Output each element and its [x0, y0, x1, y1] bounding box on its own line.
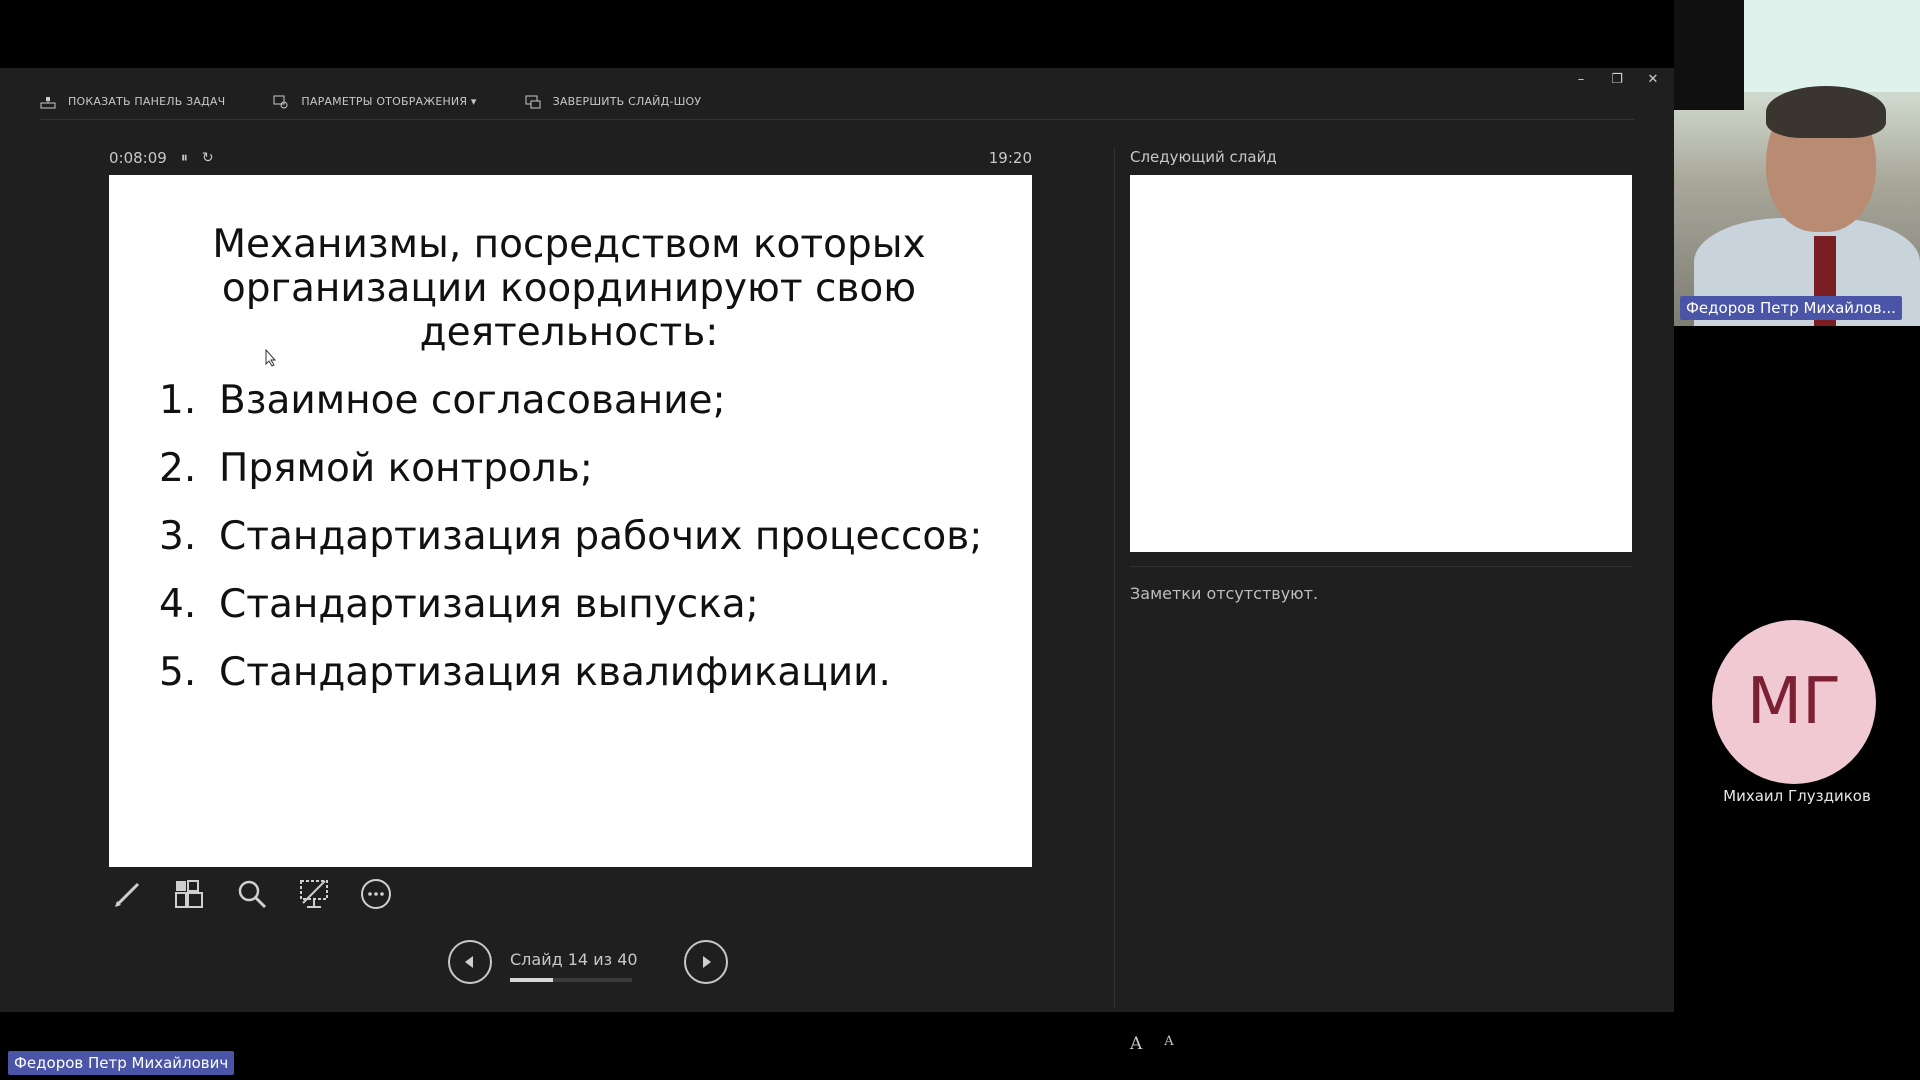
slide-title: Механизмы, посредством которых организац… — [212, 222, 926, 355]
presenter-screen-icon — [300, 880, 328, 908]
presenter-toolbar: ПОКАЗАТЬ ПАНЕЛЬ ЗАДАЧ ПАРАМЕТРЫ ОТОБРАЖЕ… — [40, 84, 1634, 120]
speaker-video-tile[interactable]: Федоров Петр Михайлов... — [1674, 0, 1920, 326]
elapsed-timer: 0:08:09 — [109, 149, 167, 167]
slide-progress-fill — [510, 978, 553, 982]
mouse-cursor-icon — [265, 349, 277, 367]
slide-navigation: Слайд 14 из 40 — [448, 940, 728, 984]
black-screen-button[interactable] — [296, 876, 332, 912]
speaker-notes[interactable]: Заметки отсутствуют. — [1130, 584, 1318, 603]
slide-tools — [110, 876, 394, 912]
slide-counter[interactable]: Слайд 14 из 40 — [510, 940, 666, 984]
show-taskbar-label: ПОКАЗАТЬ ПАНЕЛЬ ЗАДАЧ — [68, 95, 226, 108]
list-item-text: Стандартизация выпуска; — [219, 582, 759, 627]
previous-slide-button[interactable] — [448, 940, 492, 984]
close-button[interactable]: ✕ — [1646, 72, 1660, 87]
notes-divider — [1130, 566, 1632, 567]
next-slide-preview[interactable] — [1130, 175, 1632, 552]
reset-timer-button[interactable]: ↻ — [202, 150, 214, 166]
zoom-icon — [238, 880, 267, 909]
list-item-number: 5. — [159, 650, 197, 695]
slide-progress-bar — [510, 978, 632, 982]
slide-bullet-list: 1. Взаимное согласование; 2. Прямой контро… — [159, 379, 989, 719]
show-taskbar-button[interactable]: ПОКАЗАТЬ ПАНЕЛЬ ЗАДАЧ — [40, 94, 225, 110]
display-settings-label: ПАРАМЕТРЫ ОТОБРАЖЕНИЯ ▾ — [301, 95, 477, 108]
window-controls: – ❐ ✕ — [1574, 72, 1660, 87]
list-item-text: Прямой контроль; — [219, 446, 593, 491]
list-item-number: 1. — [159, 378, 197, 423]
list-item: 1. Взаимное согласование; — [159, 379, 989, 423]
panel-divider[interactable] — [1114, 148, 1115, 1008]
video-speaker-hair — [1766, 86, 1886, 138]
pen-tool-button[interactable] — [110, 876, 146, 912]
zoom-slide-button[interactable] — [234, 876, 270, 912]
more-options-button[interactable] — [358, 876, 394, 912]
timer-row: 0:08:09 ⏸ ↻ 19:20 — [109, 148, 1032, 168]
end-slideshow-button[interactable]: ЗАВЕРШИТЬ СЛАЙД-ШОУ — [525, 94, 702, 110]
display-settings-button[interactable]: ПАРАМЕТРЫ ОТОБРАЖЕНИЯ ▾ — [273, 94, 476, 110]
end-slideshow-label: ЗАВЕРШИТЬ СЛАЙД-ШОУ — [552, 95, 702, 108]
list-item: 2. Прямой контроль; — [159, 447, 989, 491]
pause-timer-button[interactable]: ⏸ — [181, 150, 188, 166]
list-item-text: Стандартизация рабочих процессов; — [219, 514, 983, 559]
more-icon — [361, 879, 391, 909]
list-item-number: 3. — [159, 514, 197, 559]
participant-name: Михаил Глуздиков — [1723, 787, 1871, 805]
video-projection-screen — [1744, 0, 1920, 92]
notes-font-controls: A A — [1130, 1034, 1174, 1054]
end-slideshow-icon — [525, 95, 541, 108]
decrease-font-button[interactable]: A — [1164, 1034, 1173, 1054]
next-slide-label: Следующий слайд — [1130, 148, 1277, 166]
video-dark-frame — [1674, 0, 1744, 110]
chevron-right-icon — [703, 956, 711, 968]
list-item-text: Стандартизация квалификации. — [219, 650, 891, 695]
list-item-number: 4. — [159, 582, 197, 627]
speaker-name-label: Федоров Петр Михайлов... — [1680, 296, 1902, 320]
chevron-left-icon — [465, 956, 473, 968]
list-item-number: 2. — [159, 446, 197, 491]
list-item-text: Взаимное согласование; — [219, 378, 726, 423]
next-slide-button[interactable] — [684, 940, 728, 984]
display-settings-icon — [273, 95, 288, 108]
list-item: 3. Стандартизация рабочих процессов; — [159, 515, 989, 559]
restore-button[interactable]: ❐ — [1610, 72, 1624, 87]
avatar[interactable]: МГ — [1712, 620, 1876, 784]
minimize-button[interactable]: – — [1574, 72, 1588, 87]
slide-counter-label: Слайд 14 из 40 — [510, 950, 638, 969]
presenter-name-label: Федоров Петр Михайлович — [8, 1051, 235, 1075]
current-slide[interactable]: Механизмы, посредством которых организац… — [109, 175, 1032, 867]
taskbar-icon — [40, 96, 56, 108]
pen-icon — [115, 882, 140, 907]
see-all-slides-button[interactable] — [172, 876, 208, 912]
presenter-view-window: ПОКАЗАТЬ ПАНЕЛЬ ЗАДАЧ ПАРАМЕТРЫ ОТОБРАЖЕ… — [0, 68, 1674, 1054]
list-item: 5. Стандартизация квалификации. — [159, 651, 989, 695]
increase-font-button[interactable]: A — [1130, 1034, 1142, 1054]
current-time: 19:20 — [988, 149, 1032, 167]
list-item: 4. Стандартизация выпуска; — [159, 583, 989, 627]
slides-grid-icon — [175, 880, 203, 908]
